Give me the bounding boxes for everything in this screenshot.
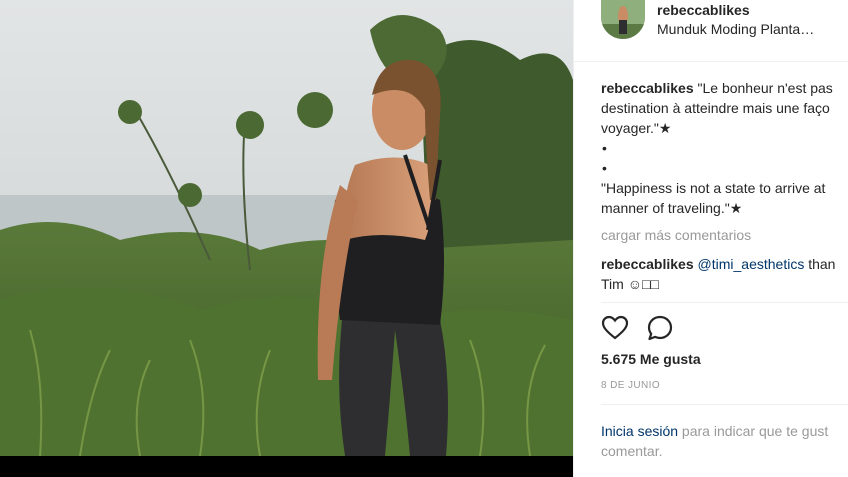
caption-line-3: voyager." — [601, 120, 659, 136]
caption-bullet-2: • — [602, 160, 607, 176]
caption-line-4: "Happiness is not a state to arrive at — [601, 180, 826, 196]
photo-bottom-bar — [0, 456, 573, 477]
divider — [601, 302, 848, 303]
post-details-panel: rebeccablikes Munduk Moding Planta… rebe… — [573, 0, 848, 477]
comment-username[interactable]: rebeccablikes — [601, 256, 694, 272]
comment-mention[interactable]: @timi_aesthetics — [698, 256, 805, 272]
star-icon: ★ — [729, 200, 743, 216]
heart-outline-icon[interactable] — [601, 314, 629, 342]
likes-count[interactable]: 5.675 Me gusta — [601, 351, 701, 367]
post-caption: rebeccablikes "Le bonheur n'est pas dest… — [601, 78, 848, 218]
comment-text-line-2: Tim ☺︎□□ — [601, 276, 659, 292]
login-prompt-text-2: comentar. — [601, 443, 663, 459]
post-date: 8 DE JUNIO — [601, 380, 661, 391]
comment-item: rebeccablikes @timi_aesthetics than Tim … — [601, 254, 835, 294]
caption-username[interactable]: rebeccablikes — [601, 80, 694, 96]
caption-line-1: "Le bonheur n'est pas — [693, 80, 833, 96]
caption-bullet-1: • — [602, 140, 607, 156]
login-prompt: Inicia sesión para indicar que te gust c… — [601, 421, 828, 461]
avatar[interactable] — [601, 0, 645, 39]
login-link[interactable]: Inicia sesión — [601, 423, 678, 439]
star-icon: ★ — [658, 120, 672, 136]
load-more-comments-link[interactable]: cargar más comentarios — [601, 227, 751, 243]
post-photo[interactable] — [0, 0, 573, 477]
divider — [601, 404, 848, 405]
caption-line-2: destination à atteindre mais une faço — [601, 100, 830, 116]
photo-illustration — [0, 0, 573, 477]
login-prompt-text: para indicar que te gust — [678, 423, 829, 439]
author-username[interactable]: rebeccablikes — [657, 2, 750, 18]
comment-text: than — [804, 256, 836, 272]
speech-bubble-icon[interactable] — [646, 314, 674, 342]
post-header: rebeccablikes Munduk Moding Planta… — [574, 0, 848, 62]
post-location[interactable]: Munduk Moding Planta… — [657, 21, 814, 37]
caption-line-5: manner of traveling." — [601, 200, 730, 216]
